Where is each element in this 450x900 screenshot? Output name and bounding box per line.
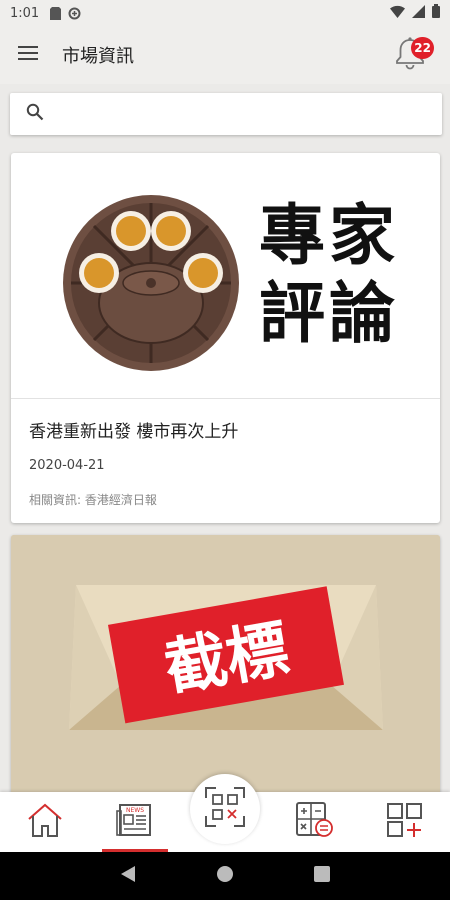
news-label: NEWS	[126, 807, 144, 814]
nav-home[interactable]	[0, 792, 90, 852]
news-card[interactable]: 截標	[11, 535, 440, 805]
search-icon	[26, 103, 44, 125]
wifi-icon	[390, 5, 405, 22]
status-bar: 1:01	[0, 0, 450, 26]
card-title: 香港重新出發 樓市再次上升	[29, 422, 239, 442]
card-date: 2020-04-21	[29, 458, 105, 473]
tea-set-image	[63, 195, 239, 371]
status-time: 1:01	[10, 5, 40, 21]
page-title: 市場資訊	[62, 46, 134, 67]
home-icon	[26, 801, 64, 843]
notifications-button[interactable]: 22	[388, 33, 434, 77]
nav-calculator[interactable]	[270, 792, 360, 852]
home-nav-icon[interactable]	[216, 865, 234, 887]
data-saver-icon	[68, 7, 81, 20]
notification-badge: 22	[411, 37, 434, 59]
hamburger-menu-icon[interactable]	[18, 45, 38, 65]
more-apps-icon	[385, 801, 425, 843]
news-icon: NEWS	[115, 801, 155, 843]
calculator-icon	[295, 801, 335, 843]
card-hero-image: 專家 評論	[11, 153, 440, 399]
nav-news[interactable]: NEWS	[90, 792, 180, 852]
recents-icon[interactable]	[314, 866, 330, 886]
back-icon[interactable]	[120, 865, 136, 887]
news-card[interactable]: 專家 評論 香港重新出發 樓市再次上升 2020-04-21 相關資訊: 香港經…	[11, 153, 440, 523]
system-nav-bar	[0, 852, 450, 900]
tender-close-image: 截標	[11, 535, 440, 780]
search-bar[interactable]	[10, 93, 442, 135]
battery-icon	[432, 4, 440, 22]
search-input[interactable]	[54, 105, 426, 123]
qr-scan-icon	[204, 786, 246, 832]
nav-more[interactable]	[360, 792, 450, 852]
qr-scan-button[interactable]	[190, 774, 260, 844]
sd-card-icon	[49, 6, 62, 20]
signal-icon	[412, 4, 425, 22]
card-source: 相關資訊: 香港經濟日報	[29, 493, 157, 507]
app-bar: 市場資訊 22	[0, 26, 450, 84]
hero-text-line1: 專家	[259, 197, 399, 274]
hero-text-line2: 評論	[259, 275, 399, 352]
